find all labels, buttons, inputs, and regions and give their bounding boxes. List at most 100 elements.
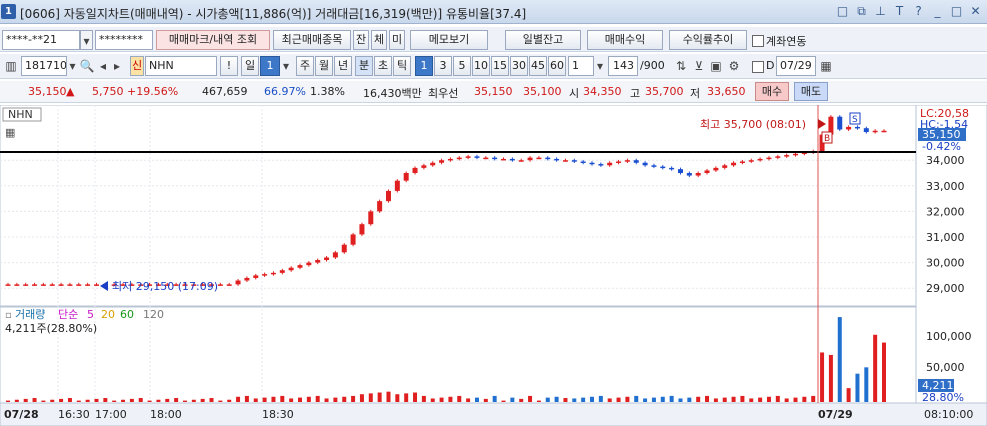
candle-body[interactable] [262,274,268,276]
volume-bar[interactable] [811,395,816,402]
ma-simple-label[interactable]: 단순 [58,308,78,321]
volume-bar[interactable] [625,396,630,402]
candle-body[interactable] [598,164,604,166]
stock-name-field[interactable]: NHN [145,56,217,76]
text-icon[interactable]: T [892,3,907,19]
candle-body[interactable] [660,166,666,169]
volume-bar[interactable] [112,400,117,402]
volume-bar[interactable] [873,334,878,402]
ma-60-label[interactable]: 60 [120,308,134,321]
interval-45-button[interactable]: 45 [529,56,547,76]
candle-body[interactable] [571,160,577,162]
stock-code-input[interactable]: 181710 [21,56,67,76]
candle-settings-icon[interactable]: ⇅ [672,56,690,76]
volume-bar[interactable] [76,400,81,402]
candle-body[interactable] [748,160,754,162]
volume-bar[interactable] [590,396,594,402]
candle-body[interactable] [465,156,471,158]
period-day-button[interactable]: 일 [241,56,259,76]
volume-bar[interactable] [209,398,214,402]
sell-button[interactable]: 매도 [794,82,828,101]
candle-body[interactable] [5,284,11,286]
candle-body[interactable] [704,170,710,173]
volume-bar[interactable] [598,395,603,402]
account-dropdown-icon[interactable]: ▾ [80,30,93,50]
volume-bar[interactable] [581,397,586,402]
volume-bar[interactable] [572,398,577,402]
candle-body[interactable] [58,284,64,286]
volume-bar[interactable] [244,395,249,402]
interval-dropdown-icon[interactable]: ▾ [594,56,606,76]
candle-body[interactable] [554,158,560,161]
volume-bar[interactable] [616,397,621,402]
candle-body[interactable] [341,244,347,253]
volume-bar[interactable] [722,397,727,402]
candle-body[interactable] [545,157,551,160]
account-select[interactable]: ****-**21 [2,30,80,50]
volume-bar[interactable] [129,398,134,402]
candle-body[interactable] [589,162,595,165]
candle-body[interactable] [854,126,860,129]
candle-body[interactable] [881,130,887,133]
volume-bar[interactable] [59,398,64,402]
candle-body[interactable] [297,265,303,268]
volume-bar[interactable] [147,400,152,402]
candle-body[interactable] [731,162,737,166]
volume-bar[interactable] [333,397,338,402]
minimize-icon[interactable]: _ [930,3,945,19]
volume-bar[interactable] [351,395,356,402]
volume-bar[interactable] [67,398,72,402]
candle-body[interactable] [607,162,613,166]
ma-120-label[interactable]: 120 [143,308,164,321]
candle-body[interactable] [766,157,772,160]
volume-bar[interactable] [705,395,710,402]
volume-bar[interactable] [359,394,364,402]
memo-button[interactable]: 메모보기 [410,30,488,50]
interval-15-button[interactable]: 15 [491,56,509,76]
gear-icon[interactable]: ⚙ [725,56,743,76]
volume-bar[interactable] [643,398,648,402]
volume-bar[interactable] [492,395,497,402]
volume-bar[interactable] [156,399,161,402]
count-field[interactable]: 143 [608,56,638,76]
candle-body[interactable] [775,156,781,158]
trade-profit-button[interactable]: 매매수익 [587,30,663,50]
volume-bar[interactable] [784,398,789,402]
volume-bar[interactable] [165,398,170,402]
volume-bar[interactable] [837,317,842,402]
volume-bar[interactable] [306,396,311,402]
candle-body[interactable] [394,180,400,191]
date-field[interactable]: 07/29 [776,56,816,76]
interval-30-button[interactable]: 30 [510,56,528,76]
volume-bar[interactable] [545,397,550,402]
volume-bar[interactable] [218,400,223,402]
candle-body[interactable] [412,167,418,173]
volume-bar[interactable] [775,395,780,402]
grid-toggle-icon[interactable]: ▦ [5,126,15,139]
candle-body[interactable] [217,284,223,286]
volume-bar[interactable] [298,397,302,402]
volume-bar[interactable] [678,398,683,402]
volume-bar[interactable] [315,395,320,402]
volume-bar[interactable] [855,373,860,402]
volume-bar[interactable] [536,400,541,402]
candle-body[interactable] [377,201,383,212]
candle-body[interactable] [642,162,648,166]
period-year-button[interactable]: 년 [334,56,352,76]
filled-button[interactable]: 체 [371,30,387,50]
volume-bar[interactable] [501,400,506,402]
candle-body[interactable] [40,284,46,286]
volume-bar[interactable] [404,393,409,402]
volume-bar[interactable] [289,398,294,402]
volume-bar[interactable] [669,395,674,402]
volume-bar[interactable] [377,392,382,402]
candle-body[interactable] [616,161,622,163]
restore-icon[interactable]: □ [835,3,850,19]
candle-body[interactable] [739,161,745,163]
candle-body[interactable] [430,162,436,166]
volume-bar[interactable] [174,398,179,402]
chart-type-icon[interactable]: ▥ [2,56,20,76]
volume-bar[interactable] [660,396,665,402]
volume-bar[interactable] [430,398,435,402]
maximize-icon[interactable]: □ [949,3,964,19]
